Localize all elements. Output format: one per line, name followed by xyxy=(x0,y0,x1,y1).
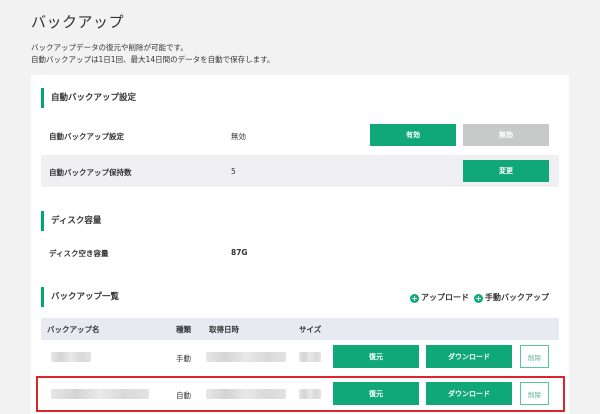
backup-name-redacted xyxy=(51,352,91,362)
column-header-name: バックアップ名 xyxy=(47,325,100,334)
plus-circle-icon: + xyxy=(474,294,483,303)
column-header-date: 取得日時 xyxy=(209,325,239,334)
auto-backup-section-title: 自動バックアップ設定 xyxy=(41,88,136,108)
retention-label: 自動バックアップ保持数 xyxy=(49,168,132,177)
change-button[interactable]: 変更 xyxy=(463,160,549,182)
delete-button[interactable]: 削除 xyxy=(520,345,549,368)
page-description: バックアップデータの復元や削除が可能です。 自動バックアップは1日1回、最大14… xyxy=(31,42,274,66)
manual-backup-link-label: 手動バックアップ xyxy=(485,293,549,302)
disk-free-value: 87G xyxy=(231,248,248,257)
table-header: バックアップ名 種類 取得日時 サイズ xyxy=(41,318,559,340)
backup-card: 自動バックアップ設定 自動バックアップ設定 無効 有効 無効 自動バックアップ保… xyxy=(31,75,569,414)
auto-backup-setting-row: 自動バックアップ設定 無効 有効 無効 xyxy=(41,121,559,149)
manual-backup-link[interactable]: + 手動バックアップ xyxy=(474,292,549,303)
disk-free-row: ディスク空き容量 87G xyxy=(41,243,559,263)
table-row: 手動 復元 ダウンロード 削除 xyxy=(41,340,559,376)
backup-date-redacted xyxy=(206,352,286,362)
disk-free-label: ディスク空き容量 xyxy=(49,249,109,258)
column-header-type: 種類 xyxy=(176,325,191,334)
disk-section-title: ディスク容量 xyxy=(41,211,101,231)
backup-type: 手動 xyxy=(176,354,191,363)
column-header-size: サイズ xyxy=(299,325,322,334)
page-title: バックアップ xyxy=(31,13,125,31)
plus-circle-icon: + xyxy=(410,294,419,303)
description-line-2: 自動バックアップは1日1回、最大14日間のデータを自動で保存します。 xyxy=(31,55,275,64)
upload-link[interactable]: + アップロード xyxy=(410,292,469,303)
backup-size-redacted xyxy=(299,352,321,362)
restore-button[interactable]: 復元 xyxy=(333,345,419,368)
auto-backup-setting-label: 自動バックアップ設定 xyxy=(49,132,124,141)
retention-row: 自動バックアップ保持数 5 変更 xyxy=(41,155,559,187)
backup-list-section-title: バックアップ一覧 xyxy=(41,287,119,307)
highlight-box xyxy=(36,376,565,412)
retention-value: 5 xyxy=(231,167,236,176)
description-line-1: バックアップデータの復元や削除が可能です。 xyxy=(31,43,188,52)
upload-link-label: アップロード xyxy=(421,293,469,302)
auto-backup-setting-value: 無効 xyxy=(231,132,246,141)
download-button[interactable]: ダウンロード xyxy=(426,345,512,368)
disable-button[interactable]: 無効 xyxy=(463,124,549,146)
enable-button[interactable]: 有効 xyxy=(370,124,456,146)
